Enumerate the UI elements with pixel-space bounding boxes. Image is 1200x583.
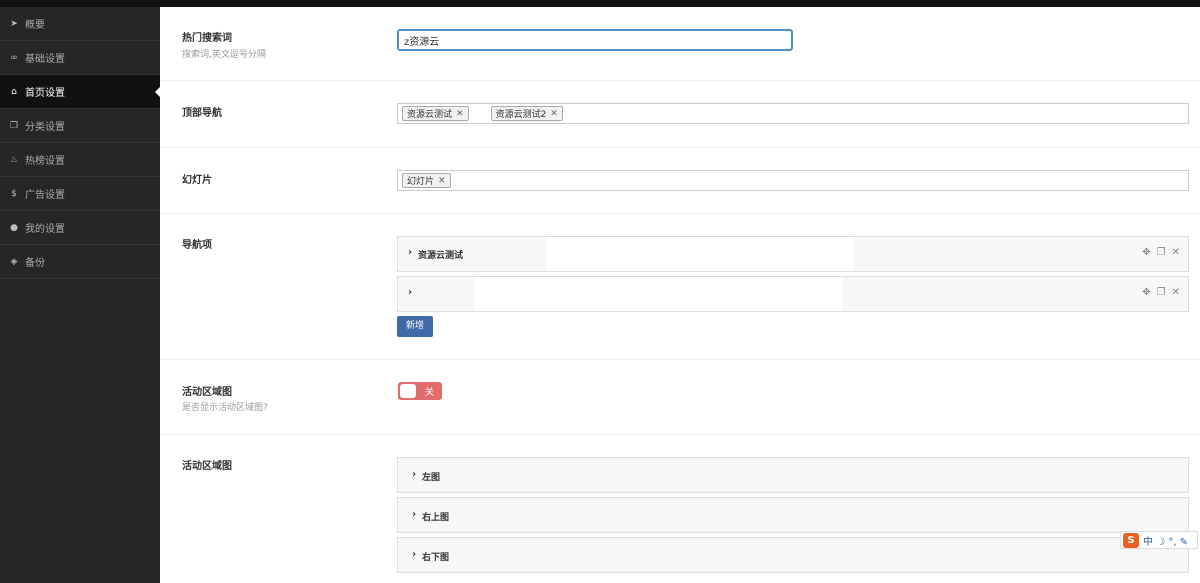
- close-icon[interactable]: ✕: [1172, 287, 1180, 298]
- panel-title: 左图: [422, 473, 441, 483]
- top-nav-tag: 资源云测试2 ✕: [490, 106, 563, 121]
- nav-item-title: 资源云测试: [418, 251, 464, 261]
- tag-label: 幻灯片: [407, 177, 435, 187]
- top-nav-row: 顶部导航 资源云测试 ✕ 资源云测试2 ✕: [160, 81, 1200, 148]
- sidebar-item-hot-list-settings[interactable]: ♨ 热榜设置: [0, 143, 160, 177]
- nav-items-label: 导航项: [182, 240, 212, 251]
- slides-tag: 幻灯片 ✕: [402, 173, 451, 188]
- nav-item-panel[interactable]: › 资源云测试 ✥ ❐ ✕: [397, 236, 1189, 272]
- top-nav-tag-input[interactable]: 资源云测试 ✕ 资源云测试2 ✕: [397, 103, 1189, 124]
- activity-switch-label: 活动区域图: [182, 387, 232, 398]
- redacted-area: [474, 277, 842, 311]
- home-icon: ⌂: [11, 86, 17, 97]
- sidebar-item-my-settings[interactable]: ● 我的设置: [0, 211, 160, 245]
- shield-icon: ◈: [10, 256, 18, 267]
- chevron-right-icon: ›: [412, 469, 417, 480]
- fire-icon: ♨: [9, 154, 19, 165]
- slides-tag-input[interactable]: 幻灯片 ✕: [397, 170, 1189, 191]
- activity-toggle[interactable]: 关: [398, 382, 442, 400]
- sidebar-item-ad-settings[interactable]: $ 广告设置: [0, 177, 160, 211]
- sidebar-item-basic-settings[interactable]: ∞ 基础设置: [0, 41, 160, 75]
- tag-label: 资源云测试: [407, 110, 453, 120]
- top-nav-tag: 资源云测试 ✕: [402, 106, 469, 121]
- remove-tag-icon[interactable]: ✕: [438, 176, 446, 186]
- add-nav-item-button[interactable]: 新增: [397, 316, 433, 337]
- sidebar-item-label: 我的设置: [25, 224, 65, 235]
- rocket-icon: ➤: [10, 18, 18, 29]
- hot-search-desc: 搜索词,英文逗号分隔: [182, 50, 266, 60]
- chevron-right-icon: ›: [408, 287, 413, 298]
- panel-tools: ✥ ❐ ✕: [1142, 287, 1180, 298]
- sidebar: ➤ 概要 ∞ 基础设置 ⌂ 首页设置 ❐ 分类设置 ♨ 热榜设置 $ 广告设置 ● 我的设置 …: [0, 7, 160, 583]
- chevron-right-icon: ›: [412, 509, 417, 520]
- ime-logo: S: [1123, 532, 1139, 548]
- activity-switch-desc: 是否显示活动区域图?: [182, 403, 268, 413]
- sidebar-item-label: 分类设置: [25, 122, 65, 133]
- remove-tag-icon[interactable]: ✕: [550, 109, 558, 119]
- activity-images-label: 活动区域图: [182, 461, 232, 472]
- slides-label: 幻灯片: [182, 175, 212, 186]
- ime-status-text: 中 ☽ °, ✎: [1143, 536, 1189, 548]
- sidebar-item-category-settings[interactable]: ❐ 分类设置: [0, 109, 160, 143]
- chevron-right-icon: ›: [408, 247, 413, 258]
- sidebar-item-label: 概要: [25, 20, 45, 31]
- activity-panel-left[interactable]: › 左图: [397, 457, 1189, 493]
- copy-icon: ❐: [9, 120, 19, 131]
- nav-item-panel[interactable]: › ✥ ❐ ✕: [397, 276, 1189, 312]
- hot-search-input[interactable]: [397, 29, 793, 51]
- toggle-knob: [400, 384, 416, 398]
- toggle-state-label: 关: [425, 387, 435, 398]
- sidebar-item-overview[interactable]: ➤ 概要: [0, 7, 160, 41]
- top-bar: [0, 0, 1200, 7]
- sidebar-item-home-settings[interactable]: ⌂ 首页设置: [0, 75, 160, 109]
- redacted-area: [546, 237, 854, 271]
- sidebar-item-label: 广告设置: [25, 190, 65, 201]
- sidebar-item-label: 首页设置: [25, 88, 65, 99]
- sidebar-item-label: 热榜设置: [25, 156, 65, 167]
- activity-panel-top-right[interactable]: › 右上图: [397, 497, 1189, 533]
- hot-search-label: 热门搜索词: [182, 33, 232, 44]
- link-icon: ∞: [10, 52, 18, 63]
- top-nav-label: 顶部导航: [182, 108, 222, 119]
- remove-tag-icon[interactable]: ✕: [456, 109, 464, 119]
- dollar-icon: $: [11, 188, 17, 199]
- panel-tools: ✥ ❐ ✕: [1142, 247, 1180, 258]
- user-icon: ●: [10, 222, 18, 233]
- activity-images-row: 活动区域图 › 左图 › 右上图 › 右下图: [160, 435, 1200, 583]
- ime-toolbar[interactable]: S 中 ☽ °, ✎: [1120, 531, 1198, 549]
- chevron-right-icon: ›: [412, 549, 417, 560]
- sidebar-item-backup[interactable]: ◈ 备份: [0, 245, 160, 279]
- panel-title: 右下图: [422, 553, 450, 563]
- activity-switch-row: 活动区域图 是否显示活动区域图? 关: [160, 360, 1200, 435]
- sidebar-item-label: 备份: [25, 258, 45, 269]
- move-icon[interactable]: ✥: [1142, 247, 1150, 258]
- tag-label: 资源云测试2: [495, 110, 547, 120]
- panel-title: 右上图: [422, 513, 450, 523]
- hot-search-row: 热门搜索词 搜索词,英文逗号分隔: [160, 7, 1200, 81]
- move-icon[interactable]: ✥: [1142, 287, 1150, 298]
- slides-row: 幻灯片 幻灯片 ✕: [160, 148, 1200, 214]
- nav-items-row: 导航项 › 资源云测试 ✥ ❐ ✕ › ✥ ❐ ✕ 新增: [160, 214, 1200, 360]
- settings-panel: 热门搜索词 搜索词,英文逗号分隔 顶部导航 资源云测试✕ 资源云测试2✕ 幻灯片…: [160, 7, 1200, 583]
- activity-panel-bottom-right[interactable]: › 右下图: [397, 537, 1189, 573]
- duplicate-icon[interactable]: ❐: [1157, 287, 1166, 298]
- duplicate-icon[interactable]: ❐: [1157, 247, 1166, 258]
- close-icon[interactable]: ✕: [1172, 247, 1180, 258]
- sidebar-item-label: 基础设置: [25, 54, 65, 65]
